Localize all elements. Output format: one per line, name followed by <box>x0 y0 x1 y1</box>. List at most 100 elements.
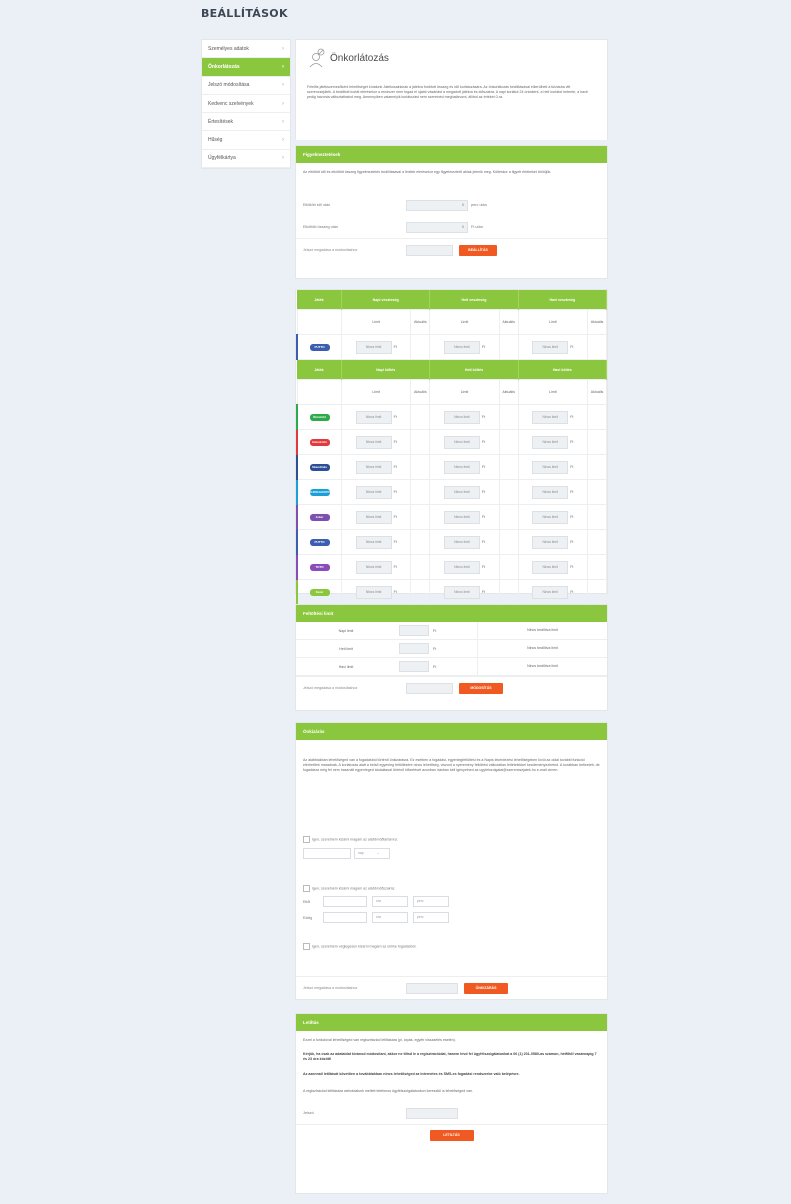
limit-input[interactable]: Nincs limit <box>443 535 480 549</box>
loss-table: Játék Napi veszteség Heti veszteség Havi… <box>296 290 608 630</box>
limit-input[interactable]: Nincs limit <box>443 485 480 499</box>
deposit-limit-input[interactable] <box>399 661 429 672</box>
currency-label: Ft <box>481 344 486 349</box>
modify-button[interactable]: MÓDOSÍTÁS <box>459 682 503 694</box>
sidebar-item-notifications[interactable]: Értesítések › <box>202 113 290 132</box>
limit-input[interactable]: Nincs limit <box>355 410 392 424</box>
sidebar-item-client-card[interactable]: Ügyfélkártya › <box>202 150 290 169</box>
deposit-limit-label: Havi limit <box>338 664 354 669</box>
limit-input[interactable]: Nincs limit <box>532 510 569 524</box>
limit-input[interactable]: Nincs limit <box>532 410 569 424</box>
current-cell <box>498 504 519 530</box>
game-row: Ötöslottó Nincs limit Ft Nincs limit Ft Nincs… <box>296 404 607 430</box>
limit-cell: Nincs limitFt <box>517 454 589 480</box>
limit-input[interactable]: Nincs limit <box>532 560 569 574</box>
limit-cell: Nincs limitFt <box>340 554 412 580</box>
limit-input[interactable]: Nincs limit <box>532 435 569 449</box>
limit-input[interactable]: Nincs limit <box>355 535 392 549</box>
limit-input[interactable]: Nincs limit <box>532 585 569 599</box>
password-input[interactable] <box>406 244 453 256</box>
password-input[interactable] <box>406 1107 458 1119</box>
to-date-input[interactable] <box>323 912 367 923</box>
limit-input[interactable]: Nincs limit <box>443 585 480 599</box>
option-3-checkbox[interactable] <box>303 943 310 950</box>
to-minute-input[interactable]: perc <box>413 912 449 923</box>
game-row: PUTTO Nincs limit Ft Nincs limit Ft Nincs lim… <box>296 529 607 555</box>
current-cell <box>410 479 431 505</box>
deposit-currency: Ft <box>433 628 437 633</box>
deletion-password-row: Jelszó <box>296 1102 607 1124</box>
time-input[interactable]: 0 <box>406 199 468 211</box>
limit-input[interactable]: Nincs limit <box>355 560 392 574</box>
duration-unit-select[interactable]: nap ⌄ <box>354 848 390 859</box>
sidebar-item-label: Jelszó módosítása <box>208 82 250 89</box>
current-cell <box>587 454 607 480</box>
duration-unit-value: nap <box>358 851 364 855</box>
current-cell <box>410 334 431 360</box>
intro-text: Felelős játékszervezőként lehetőséget kí… <box>307 85 588 100</box>
deposit-limit-input[interactable] <box>399 625 429 636</box>
sidebar-item-personal-data[interactable]: Személyes adatok › <box>202 40 290 59</box>
limit-input[interactable]: Nincs limit <box>443 410 480 424</box>
option-1-checkbox[interactable] <box>303 836 310 843</box>
deposit-limit-status: Nincs beállítva limit <box>477 658 607 675</box>
currency-label: Ft <box>393 514 397 519</box>
limit-cell: Nincs limitFt <box>340 429 412 455</box>
to-hour-input[interactable]: óra <box>372 912 408 923</box>
current-cell <box>587 554 607 580</box>
game-cell: Kenó <box>296 579 342 605</box>
exclude-button[interactable]: ÖNKIZÁRÁS <box>464 982 508 994</box>
amount-input[interactable]: 0 <box>406 221 468 233</box>
limit-input[interactable]: Nincs limit <box>355 435 392 449</box>
limit-input[interactable]: Nincs limit <box>532 485 569 499</box>
sidebar-item-loyalty[interactable]: Hűség › <box>202 131 290 150</box>
currency-label: Ft <box>393 564 397 569</box>
from-minute-input[interactable]: perc <box>413 896 449 907</box>
chevron-right-icon: › <box>282 45 284 52</box>
game-logo: EUROJACKPOT <box>309 488 333 496</box>
limit-input[interactable]: Nincs limit <box>443 435 480 449</box>
limit-input[interactable]: Nincs limit <box>443 560 480 574</box>
password-input[interactable] <box>406 682 453 694</box>
sidebar-item-label: Önkorlátozás <box>208 63 240 70</box>
set-button[interactable]: BEÁLLÍTÁS <box>459 244 497 256</box>
game-logo: PUTTO <box>309 343 330 351</box>
password-input[interactable] <box>406 982 458 994</box>
delete-button[interactable]: LETILTÁS <box>429 1130 474 1142</box>
game-logo: Joker <box>309 513 330 521</box>
chevron-right-icon: › <box>282 155 284 162</box>
limit-input[interactable]: Nincs limit <box>532 535 569 549</box>
game-logo: TOTO <box>309 563 330 571</box>
sidebar-item-label: Személyes adatok <box>208 45 249 52</box>
deposit-limit-input[interactable] <box>399 643 429 654</box>
current-cell <box>498 529 519 555</box>
option-2-label: Igen, szeretném kizárni magam az alábbi … <box>312 886 395 891</box>
current-cell <box>498 479 519 505</box>
limit-input[interactable]: Nincs limit <box>443 340 480 354</box>
limit-input[interactable]: Nincs limit <box>443 510 480 524</box>
sidebar-item-self-limitation[interactable]: Önkorlátozás › <box>202 58 290 77</box>
limit-input[interactable]: Nincs limit <box>355 340 392 354</box>
limit-cell: Nincs limitFt <box>517 554 589 580</box>
from-hour-input[interactable]: óra <box>372 896 408 907</box>
currency-label: Ft <box>570 439 574 444</box>
limit-input[interactable]: Nincs limit <box>532 460 569 474</box>
limit-input[interactable]: Nincs limit <box>355 585 392 599</box>
limit-input[interactable]: Nincs limit <box>355 485 392 499</box>
limit-input[interactable]: Nincs limit <box>532 340 569 354</box>
option-2-checkbox[interactable] <box>303 885 310 892</box>
limit-input[interactable]: Nincs limit <box>355 460 392 474</box>
currency-label: Ft <box>481 414 486 419</box>
sidebar-item-favorite-tickets[interactable]: Kedvenc szelvények › <box>202 95 290 114</box>
from-date-input[interactable] <box>323 896 367 907</box>
limit-input[interactable]: Nincs limit <box>443 460 480 474</box>
sub-current: Aktuális <box>587 309 607 335</box>
duration-input[interactable] <box>303 848 351 859</box>
sub-current: Aktuális <box>498 379 519 405</box>
deletion-panel: Letiltás Ezzel a funkcióval lehetőséged … <box>295 1013 608 1194</box>
password-label: Jelszó megadása a módosításhoz <box>303 248 358 252</box>
limit-input[interactable]: Nincs limit <box>355 510 392 524</box>
sidebar-item-password[interactable]: Jelszó módosítása › <box>202 77 290 95</box>
deposit-row: Napi limit Ft Nincs beállítva limit <box>296 622 607 640</box>
currency-label: Ft <box>570 344 574 349</box>
